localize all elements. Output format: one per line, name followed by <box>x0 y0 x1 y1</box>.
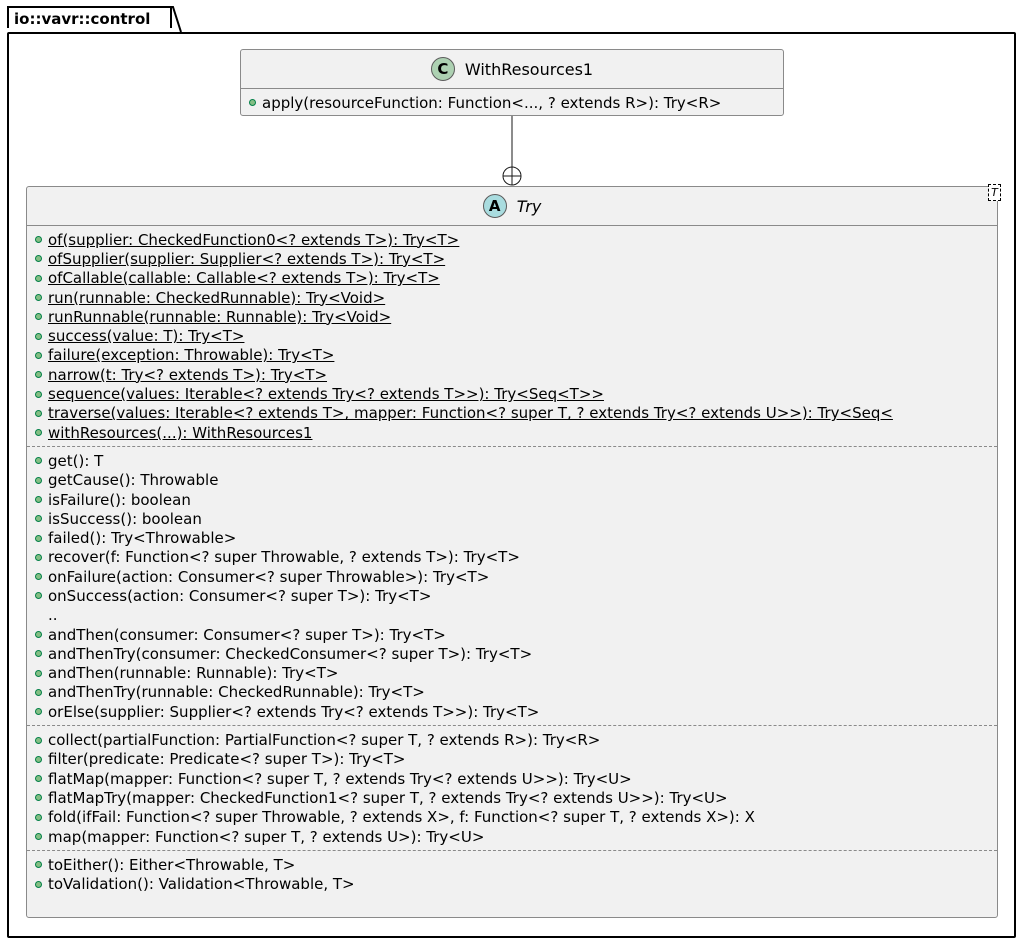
transform-member: collect(partialFunction: PartialFunction… <box>27 730 997 749</box>
instance-member: isFailure(): boolean <box>27 490 997 509</box>
public-visibility-icon <box>35 534 42 542</box>
public-visibility-icon <box>35 457 42 465</box>
public-visibility-icon <box>35 573 42 581</box>
with-resources-class[interactable]: C WithResources1 apply(resourceFunction:… <box>240 49 784 116</box>
public-visibility-icon <box>35 515 42 523</box>
public-visibility-icon <box>35 813 42 821</box>
static-member: ofSupplier(supplier: Supplier<? extends … <box>27 249 997 268</box>
static-member: of(supplier: CheckedFunction0<? extends … <box>27 230 997 249</box>
public-visibility-icon <box>35 708 42 716</box>
transform-member: flatMap(mapper: Function<? super T, ? ex… <box>27 769 997 788</box>
static-member: traverse(values: Iterable<? extends T>, … <box>27 404 997 423</box>
public-visibility-icon <box>35 409 42 417</box>
try-class[interactable]: T A Try of(supplier: CheckedFunction0<? … <box>26 184 1001 918</box>
transform-member: map(mapper: Function<? super T, ? extend… <box>27 827 997 846</box>
abstract-stereotype-icon: A <box>482 194 507 218</box>
instance-member: failed(): Try<Throwable> <box>27 528 997 547</box>
static-members: of(supplier: CheckedFunction0<? extends … <box>27 226 997 442</box>
transform-members: collect(partialFunction: PartialFunction… <box>27 730 997 846</box>
public-visibility-icon <box>35 755 42 763</box>
instance-member: andThen(consumer: Consumer<? super T>): … <box>27 625 997 644</box>
no-visibility-icon <box>35 612 42 619</box>
with-resources-name: WithResources1 <box>464 59 594 79</box>
transform-member: filter(predicate: Predicate<? super T>):… <box>27 750 997 769</box>
public-visibility-icon <box>35 736 42 744</box>
instance-member: andThen(runnable: Runnable): Try<T> <box>27 664 997 683</box>
public-visibility-icon <box>35 274 42 282</box>
static-member: ofCallable(callable: Callable<? extends … <box>27 269 997 288</box>
static-member: withResources(...): WithResources1 <box>27 423 997 442</box>
public-visibility-icon <box>35 688 42 696</box>
section-separator <box>27 446 997 448</box>
instance-member: andThenTry(consumer: CheckedConsumer<? s… <box>27 644 997 663</box>
public-visibility-icon <box>35 553 42 561</box>
public-visibility-icon <box>35 592 42 600</box>
static-member: run(runnable: CheckedRunnable): Try<Void… <box>27 288 997 307</box>
instance-member: getCause(): Throwable <box>27 471 997 490</box>
public-visibility-icon <box>35 669 42 677</box>
public-visibility-icon <box>35 861 42 869</box>
static-member: failure(exception: Throwable): Try<T> <box>27 346 997 365</box>
try-header: A Try <box>27 187 997 226</box>
public-visibility-icon <box>35 294 42 302</box>
instance-member: isSuccess(): boolean <box>27 509 997 528</box>
member-apply: apply(resourceFunction: Function<..., ? … <box>241 93 783 112</box>
conversion-members: toEither(): Either<Throwable, T> toValid… <box>27 855 997 894</box>
public-visibility-icon <box>35 429 42 437</box>
instance-member: get(): T <box>27 451 997 470</box>
public-visibility-icon <box>35 833 42 841</box>
instance-member: onFailure(action: Consumer<? super Throw… <box>27 567 997 586</box>
section-separator <box>27 725 997 727</box>
public-visibility-icon <box>35 371 42 379</box>
section-separator <box>27 850 997 852</box>
public-visibility-icon <box>35 390 42 398</box>
ellipsis-row: .. <box>27 606 997 625</box>
transform-member: flatMapTry(mapper: CheckedFunction1<? su… <box>27 788 997 807</box>
public-visibility-icon <box>35 650 42 658</box>
public-visibility-icon <box>35 236 42 244</box>
public-visibility-icon <box>35 351 42 359</box>
class-stereotype-icon: C <box>430 57 455 81</box>
instance-member: orElse(supplier: Supplier<? extends Try<… <box>27 702 997 721</box>
static-member: narrow(t: Try<? extends T>): Try<T> <box>27 365 997 384</box>
transform-member: fold(ifFail: Function<? super Throwable,… <box>27 808 997 827</box>
with-resources-header: C WithResources1 <box>241 50 783 89</box>
instance-member: onSuccess(action: Consumer<? super T>): … <box>27 586 997 605</box>
instance-members: get(): T getCause(): Throwable isFailure… <box>27 451 997 721</box>
public-visibility-icon <box>35 496 42 503</box>
public-visibility-icon <box>35 880 42 888</box>
public-visibility-icon <box>35 476 42 484</box>
public-visibility-icon <box>249 99 256 107</box>
public-visibility-icon <box>35 332 42 340</box>
public-visibility-icon <box>35 631 42 639</box>
static-member: sequence(values: Iterable<? extends Try<… <box>27 384 997 403</box>
try-name: Try <box>516 196 542 216</box>
static-member: success(value: T): Try<T> <box>27 326 997 345</box>
type-parameter-box: T <box>988 184 1001 201</box>
public-visibility-icon <box>35 255 42 263</box>
public-visibility-icon <box>35 775 42 783</box>
static-member: runRunnable(runnable: Runnable): Try<Voi… <box>27 307 997 326</box>
with-resources-members: apply(resourceFunction: Function<..., ? … <box>241 89 783 112</box>
public-visibility-icon <box>35 313 42 321</box>
instance-member: recover(f: Function<? super Throwable, ?… <box>27 548 997 567</box>
conversion-member: toEither(): Either<Throwable, T> <box>27 855 997 874</box>
conversion-member: toValidation(): Validation<Throwable, T> <box>27 875 997 894</box>
public-visibility-icon <box>35 794 42 802</box>
instance-member: andThenTry(runnable: CheckedRunnable): T… <box>27 683 997 702</box>
